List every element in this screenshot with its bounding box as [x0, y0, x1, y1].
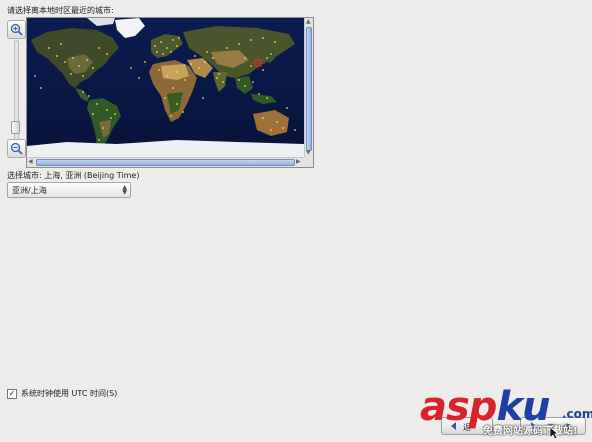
utc-checkbox-label: 系统时钟使用 UTC 时间(S) [21, 389, 118, 398]
map-vertical-scrollbar[interactable]: ▲ ▼ [304, 18, 313, 157]
scroll-left-arrow-icon[interactable]: ◀ [28, 158, 33, 166]
scroll-up-arrow-icon[interactable]: ▲ [306, 18, 311, 26]
world-map[interactable] [27, 18, 304, 157]
world-map-frame: ▲ ▼ ◀ ▶ [26, 17, 314, 168]
zoom-out-button[interactable] [7, 139, 26, 158]
select-chevron-icon: ▲ ▼ [122, 184, 127, 196]
back-button-label: 返 [463, 423, 471, 432]
timezone-select[interactable]: 亚洲/上海 ▲ ▼ [7, 182, 131, 198]
timezone-select-value: 亚洲/上海 [12, 185, 47, 195]
timezone-prompt: 请选择离本地时区最近的城市: [7, 6, 114, 15]
map-horizontal-scrollbar[interactable]: ◀ ▶ [27, 157, 304, 167]
selected-city-label: 选择城市: 上海, 亚洲 (Beijing Time) [7, 171, 140, 180]
zoom-in-button[interactable] [7, 20, 26, 39]
utc-checkbox[interactable]: ✓ [7, 388, 17, 399]
back-button[interactable]: 返 [441, 417, 493, 435]
zoom-in-icon [10, 23, 23, 36]
next-arrow-icon [531, 422, 536, 430]
world-map-image [27, 18, 304, 157]
scroll-corner [304, 157, 313, 167]
zoom-out-icon [10, 142, 23, 155]
mouse-pointer-icon [549, 426, 559, 440]
map-horizontal-scroll-thumb[interactable] [36, 159, 295, 166]
map-vertical-scroll-thumb[interactable] [306, 27, 312, 151]
scroll-right-arrow-icon[interactable]: ▶ [296, 158, 301, 166]
zoom-slider-thumb[interactable] [11, 121, 20, 134]
utc-option[interactable]: ✓ 系统时钟使用 UTC 时间(S) [7, 388, 117, 399]
scroll-down-arrow-icon[interactable]: ▼ [306, 149, 311, 157]
back-arrow-icon [451, 422, 456, 430]
